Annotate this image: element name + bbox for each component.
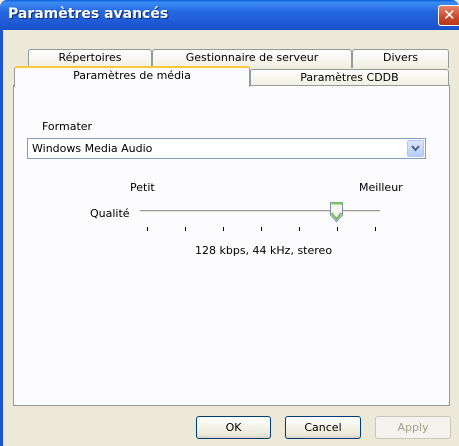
title-bar: Paramètres avancés ✕ [0,0,459,30]
window-title: Paramètres avancés [8,6,169,22]
ok-label: OK [225,421,242,434]
window-frame [0,30,3,446]
tab-label: Paramètres CDDB [300,71,399,84]
tab-label: Gestionnaire de serveur [185,51,319,64]
dropdown-button[interactable] [407,140,424,157]
chevron-down-icon [411,145,420,152]
apply-label: Apply [397,421,429,434]
cancel-label: Cancel [304,421,342,434]
tab-label: Paramètres de média [73,69,191,82]
close-button[interactable]: ✕ [438,5,459,26]
format-select[interactable]: Windows Media Audio [27,138,426,159]
quality-slider-thumb[interactable] [329,201,344,223]
apply-button[interactable]: Apply [375,416,451,439]
tab-parametres-de-media[interactable]: Paramètres de média [14,66,250,87]
tab-divers[interactable]: Divers [352,49,449,68]
cancel-button[interactable]: Cancel [285,416,361,439]
tab-label: Divers [382,51,419,64]
tab-parametres-cddb[interactable]: Paramètres CDDB [250,69,449,86]
format-value: Windows Media Audio [32,142,153,155]
tab-label: Répertoires [58,51,122,64]
media-settings-panel [13,85,450,406]
close-icon: ✕ [443,6,456,24]
ok-button[interactable]: OK [196,416,271,439]
